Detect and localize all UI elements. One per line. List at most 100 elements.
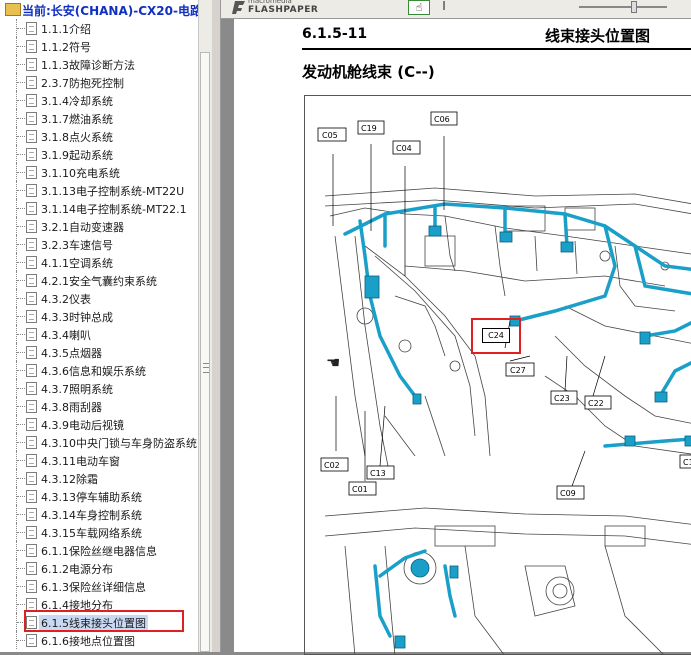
tree-connector-branch [17, 244, 25, 245]
tree-item[interactable]: 3.1.4冷却系统 [0, 91, 198, 109]
tree-item[interactable]: 4.3.2仪表 [0, 289, 198, 307]
page-icon [26, 220, 37, 233]
svg-text:C05: C05 [322, 131, 338, 140]
tree-item[interactable]: 3.1.14电子控制系统-MT22.1 [0, 199, 198, 217]
tree-item[interactable]: 4.3.14车身控制系统 [0, 505, 198, 523]
connector-label-c01: C01 [348, 481, 377, 496]
tree-connector-branch [17, 262, 25, 263]
page-icon [26, 634, 37, 647]
section-number: 6.1.5-11 [302, 26, 368, 42]
page-icon [26, 112, 37, 125]
connector-label-c05: C05 [317, 127, 347, 142]
tree-item[interactable]: 2.3.7防抱死控制 [0, 73, 198, 91]
tree-item[interactable]: 4.3.15车载网络系统 [0, 523, 198, 541]
tree-item-label: 4.3.12除霜 [41, 473, 98, 486]
tree-connector-branch [17, 352, 25, 353]
zoom-slider-track[interactable] [579, 6, 667, 8]
tree-item[interactable]: 4.3.4喇叭 [0, 325, 198, 343]
tree-item[interactable]: 1.1.3故障诊断方法 [0, 55, 198, 73]
tree-connector-branch [17, 334, 25, 335]
tree-connector-branch [17, 532, 25, 533]
tree-connector-branch [17, 226, 25, 227]
document-viewer[interactable]: 6.1.5-11 线束接头位置图 发动机舱线束 (C--) C05 C19 C0… [221, 19, 691, 655]
connector-labels: C05 C19 C06 C04 C27 C23 C22 C02 C13 C01 … [317, 111, 691, 500]
tree-item[interactable]: 4.3.5点烟器 [0, 343, 198, 361]
page-icon [26, 130, 37, 143]
tree-item-label: 4.3.2仪表 [41, 293, 91, 306]
page-icon [26, 526, 37, 539]
tree-item-label: 3.2.3车速信号 [41, 239, 113, 252]
svg-text:C09: C09 [560, 489, 576, 498]
tree-item[interactable]: 4.1.1空调系统 [0, 253, 198, 271]
title-divider [302, 48, 691, 50]
tree-item[interactable]: 3.1.8点火系统 [0, 127, 198, 145]
tree-item[interactable]: 6.1.6接地点位置图 [0, 631, 198, 649]
tree-item[interactable]: 3.2.1自动变速器 [0, 217, 198, 235]
tree-item-label: 3.1.8点火系统 [41, 131, 113, 144]
tree-item[interactable]: 4.3.9电动后视镜 [0, 415, 198, 433]
page-icon [26, 544, 37, 557]
page-icon [26, 166, 37, 179]
tree-item[interactable]: 4.3.3时钟总成 [0, 307, 198, 325]
tree-item[interactable]: 4.2.1安全气囊约束系统 [0, 271, 198, 289]
page-icon [26, 238, 37, 251]
tree-connector-branch [17, 640, 25, 641]
tree-scrollbar-thumb[interactable] [200, 52, 210, 652]
tree-root[interactable]: 当前:长安(CHANA)-CX20-电路图-2 [0, 0, 198, 20]
tree-item[interactable]: 4.3.11电动车窗 [0, 451, 198, 469]
harness-title: 发动机舱线束 (C--) [302, 63, 435, 81]
connector-label-c13: C13 [366, 465, 395, 480]
zoom-slider-thumb[interactable] [631, 1, 637, 13]
connector-label-c09: C09 [556, 485, 585, 500]
hand-tool-icon: ☝ [415, 1, 423, 14]
tree-item[interactable]: 4.3.13停车辅助系统 [0, 487, 198, 505]
connector-label-c19: C19 [357, 120, 385, 135]
svg-text:C13: C13 [370, 469, 386, 478]
page-title: 线束接头位置图 [545, 27, 651, 45]
tree-item-label: 3.1.9起动系统 [41, 149, 113, 162]
tree-connector-branch [17, 100, 25, 101]
tree-item[interactable]: 6.1.1保险丝继电器信息 [0, 541, 198, 559]
text-select-button[interactable]: I [437, 0, 451, 14]
hand-tool-button[interactable]: ☝ [408, 0, 430, 15]
tree-item-label: 4.3.11电动车窗 [41, 455, 120, 468]
tree-item[interactable]: 4.3.7照明系统 [0, 379, 198, 397]
tree-item[interactable]: 3.1.10充电系统 [0, 163, 198, 181]
tree-connector-branch [17, 442, 25, 443]
tree-connector-branch [17, 406, 25, 407]
tree-item[interactable]: 6.1.2电源分布 [0, 559, 198, 577]
tree-item[interactable]: 6.1.3保险丝详细信息 [0, 577, 198, 595]
tree-connector-branch [17, 586, 25, 587]
tree-scrollbar[interactable] [198, 0, 212, 652]
tree-item-label: 4.3.9电动后视镜 [41, 419, 124, 432]
tree-item[interactable]: 4.3.8雨刮器 [0, 397, 198, 415]
page-icon [26, 436, 37, 449]
svg-text:C01: C01 [352, 485, 368, 494]
page-icon [26, 76, 37, 89]
tree-item[interactable]: 1.1.1介绍 [0, 19, 198, 37]
tree-item[interactable]: 3.1.7燃油系统 [0, 109, 198, 127]
tree-item[interactable]: 4.3.10中央门锁与车身防盗系统 [0, 433, 198, 451]
svg-text:C15: C15 [683, 458, 691, 467]
tree-item[interactable]: 4.3.6信息和娱乐系统 [0, 361, 198, 379]
connector-label-c06: C06 [430, 111, 458, 126]
tree-item[interactable]: 3.1.13电子控制系统-MT22U [0, 181, 198, 199]
tree-item[interactable]: 4.3.12除霜 [0, 469, 198, 487]
tree-item-label: 4.3.7照明系统 [41, 383, 113, 396]
page-icon [26, 562, 37, 575]
page-icon [26, 400, 37, 413]
page-icon [26, 292, 37, 305]
document-page: 6.1.5-11 线束接头位置图 发动机舱线束 (C--) C05 C19 C0… [234, 19, 691, 655]
tree-item-label: 1.1.3故障诊断方法 [41, 59, 135, 72]
page-icon [26, 364, 37, 377]
tree-item[interactable]: 3.1.9起动系统 [0, 145, 198, 163]
tree-item[interactable]: 1.1.2符号 [0, 37, 198, 55]
tree-item-label: 4.3.5点烟器 [41, 347, 102, 360]
page-icon [26, 454, 37, 467]
logo-big-text: FLASHPAPER [248, 5, 319, 15]
pane-splitter[interactable] [212, 0, 221, 652]
page-icon [26, 58, 37, 71]
tree-item[interactable]: 3.2.3车速信号 [0, 235, 198, 253]
page-icon [26, 310, 37, 323]
tree-connector-branch [17, 136, 25, 137]
